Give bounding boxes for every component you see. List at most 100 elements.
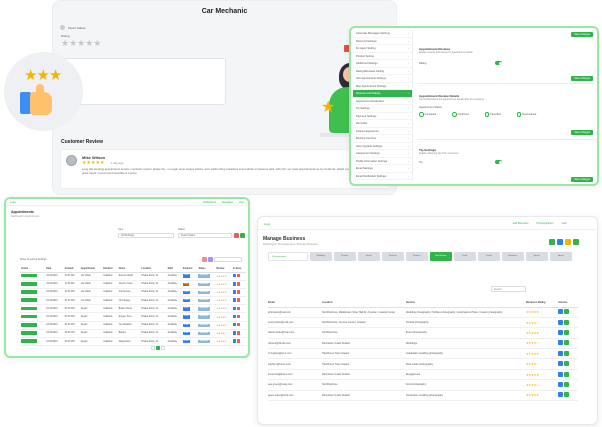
status-select[interactable]: Select Status — [178, 233, 232, 238]
save-button[interactable]: Save Changes — [571, 32, 593, 37]
table-search[interactable] — [214, 257, 242, 262]
page-button[interactable] — [156, 346, 160, 350]
category-tab[interactable]: Food — [453, 252, 476, 261]
messages-link[interactable]: Messages — [222, 201, 233, 204]
table-row[interactable]: daniel.photo@mail.com Northfield Ave Event… — [268, 327, 578, 339]
table-row[interactable]: 10/13/2021 12:30 PM Car Wash Available Full … — [20, 288, 246, 298]
row-action[interactable] — [20, 272, 46, 281]
edit-button[interactable] — [557, 239, 563, 245]
table-row[interactable]: grace.miles@shot.com Downtown Coast Studi… — [268, 390, 578, 402]
delete-icon[interactable] — [236, 290, 241, 294]
delete-icon[interactable] — [236, 322, 241, 327]
view-button[interactable] — [21, 331, 37, 335]
review-textarea[interactable] — [61, 58, 226, 105]
logo[interactable]: Logo — [264, 222, 270, 226]
notifications-link[interactable]: Notifications — [203, 201, 216, 204]
settings-nav-item[interactable]: Reminder › — [353, 120, 412, 128]
view-icon[interactable] — [564, 371, 570, 377]
settings-nav-item[interactable]: Email Notification Settings › — [353, 173, 412, 180]
page-button[interactable] — [161, 346, 165, 350]
category-tab[interactable]: Sports — [525, 252, 548, 261]
table-row[interactable]: 10/14/2021 02:30 PM Repair Available Brake C… — [20, 304, 246, 314]
row-action[interactable] — [20, 321, 46, 330]
view-button[interactable] — [21, 298, 37, 302]
settings-nav-item[interactable]: Reviews and Ratings › — [353, 90, 412, 98]
table-row[interactable]: olivia.w@studio.com Downtown Coast Studio… — [268, 338, 578, 350]
settings-nav-item[interactable]: Auto Upgrade Settings › — [353, 143, 412, 150]
status-radio-group[interactable]: Completed Confirmed Cancelled Reschedule… — [419, 112, 537, 117]
page-button[interactable] — [151, 346, 155, 350]
row-action[interactable] — [20, 296, 46, 306]
settings-nav-item[interactable]: Feature Experience › — [353, 128, 412, 135]
category-tab[interactable]: Photographers — [268, 252, 308, 261]
view-icon[interactable] — [564, 319, 570, 325]
view-icon[interactable] — [564, 392, 570, 398]
view-icon[interactable] — [564, 350, 570, 356]
settings-nav-item[interactable]: Automate Messages Settings › — [353, 30, 412, 38]
edit-icon[interactable] — [558, 361, 564, 367]
edit-icon[interactable] — [558, 319, 564, 325]
radio-option[interactable]: Completed — [419, 112, 437, 117]
edit-icon[interactable] — [232, 322, 237, 327]
table-row[interactable]: ava.green@snap.com Northfield Ave Food pho… — [268, 379, 578, 391]
category-tab[interactable]: Product — [405, 252, 428, 261]
view-icon[interactable] — [564, 361, 570, 367]
reset-button[interactable] — [234, 233, 239, 238]
edit-icon[interactable] — [558, 381, 564, 387]
row-action[interactable] — [20, 288, 46, 298]
edit-icon[interactable] — [232, 339, 237, 343]
table-row[interactable]: 10/13/2021 01:30 PM Car Wash Available Oil C… — [20, 296, 246, 306]
save-button[interactable]: Save Changes — [571, 177, 593, 182]
view-button[interactable] — [21, 306, 37, 311]
column-header[interactable]: Actions — [558, 299, 578, 308]
delete-icon[interactable] — [236, 339, 241, 343]
radio-option[interactable]: Confirmed — [452, 112, 469, 117]
table-row[interactable]: johncarter@nail.com Northfield Ave, Middl… — [268, 307, 578, 318]
settings-nav-item[interactable]: Additional Settings › — [353, 60, 412, 68]
user-menu[interactable]: User — [562, 222, 567, 225]
settings-nav-item[interactable]: Direct Ad Settings › — [353, 38, 412, 45]
column-header[interactable]: Location — [322, 299, 406, 308]
add-business-link[interactable]: Add Business — [513, 222, 529, 225]
edit-icon[interactable] — [232, 306, 237, 311]
save-button[interactable]: Save Changes — [571, 76, 593, 81]
delete-icon[interactable] — [236, 314, 241, 319]
pagination[interactable] — [151, 346, 165, 350]
category-tab[interactable]: Wedding — [309, 252, 332, 261]
table-row[interactable]: 10/12/2021 11:30 AM Car Wash Available Inter… — [20, 280, 246, 289]
table-row[interactable]: m.hughes@lens.com Hawthorne Town Square Gr… — [268, 348, 578, 360]
view-button[interactable] — [21, 339, 37, 343]
print-button[interactable] — [208, 257, 213, 262]
view-button[interactable] — [21, 273, 37, 278]
radio-option[interactable]: Rescheduled — [517, 112, 536, 117]
row-action[interactable] — [20, 337, 46, 347]
category-tab[interactable]: Fashion — [381, 252, 404, 261]
edit-icon[interactable] — [558, 309, 564, 315]
entries-selector[interactable]: Show 10 entries Settings — [20, 258, 46, 261]
edit-icon[interactable] — [232, 331, 237, 335]
edit-icon[interactable] — [232, 282, 237, 286]
logo[interactable]: Logo — [10, 201, 16, 204]
row-action[interactable] — [20, 312, 46, 322]
row-action[interactable] — [20, 280, 46, 289]
delete-icon[interactable] — [236, 306, 241, 311]
view-icon[interactable] — [564, 329, 570, 335]
search-input[interactable]: Search — [491, 286, 526, 292]
delete-icon[interactable] — [236, 331, 241, 335]
view-icon[interactable] — [564, 340, 570, 346]
edit-icon[interactable] — [558, 329, 564, 335]
delete-icon[interactable] — [236, 298, 241, 302]
save-button[interactable]: Save Changes — [571, 130, 593, 135]
category-tab[interactable]: Aerial — [549, 252, 572, 261]
edit-icon[interactable] — [558, 371, 564, 377]
row-action[interactable] — [20, 304, 46, 314]
category-tab[interactable]: Newborn — [501, 252, 524, 261]
view-button[interactable] — [21, 290, 37, 294]
table-row[interactable]: lucas.bell@frame.com Downtown Coast Studi… — [268, 369, 578, 381]
settings-nav-item[interactable]: Fix Agent Setting › — [353, 45, 412, 53]
edit-icon[interactable] — [558, 392, 564, 398]
type-select[interactable]: All Bookings — [118, 233, 174, 238]
edit-icon[interactable] — [232, 273, 237, 278]
export-button[interactable] — [202, 257, 207, 262]
rating-stars-input[interactable]: ★★★★★ — [61, 38, 101, 49]
